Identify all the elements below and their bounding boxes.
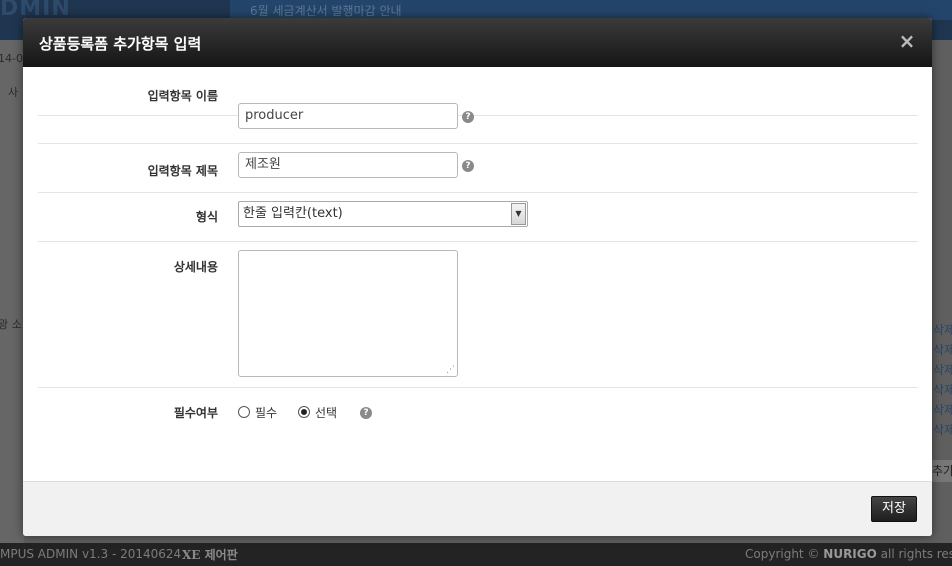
optional-radio[interactable] xyxy=(298,406,310,418)
required-radio[interactable] xyxy=(238,406,250,418)
footer-xe-link[interactable]: XE 제어판 xyxy=(182,546,238,563)
delete-link[interactable]: 삭제 xyxy=(933,320,952,340)
field-required-label: 필수여부 xyxy=(173,406,218,420)
resize-grip-icon[interactable]: ⋰ xyxy=(446,366,455,375)
add-button[interactable]: 추가 xyxy=(932,460,952,482)
footer-version: MPUS ADMIN v1.3 - 20140624 xyxy=(0,547,182,561)
copyright-text: Copyright © xyxy=(745,547,820,561)
modal-footer: 저장 xyxy=(23,481,932,536)
delete-link[interactable]: 삭제 xyxy=(933,380,952,400)
row-divider xyxy=(38,192,918,193)
footer-copyright: Copyright © NURIGO all rights reserv xyxy=(745,547,952,561)
row-divider xyxy=(38,143,918,144)
delete-link[interactable]: 삭제 xyxy=(933,360,952,380)
notice-link[interactable]: 6월 세금계산서 발행마감 안내 xyxy=(250,2,402,19)
admin-sidebar: 14-0 사 광 소 xyxy=(0,40,24,543)
field-type-label: 형식 xyxy=(195,210,218,224)
delete-link[interactable]: 삭제 xyxy=(933,420,952,440)
field-title-input[interactable]: 제조원 xyxy=(238,152,458,178)
optional-radio-label[interactable]: 선택 xyxy=(315,404,337,421)
delete-link-list: 삭제 삭제 삭제 삭제 삭제 삭제 xyxy=(933,320,952,440)
help-icon[interactable]: ? xyxy=(462,160,474,172)
chevron-down-icon[interactable]: ▼ xyxy=(511,203,526,225)
delete-link[interactable]: 삭제 xyxy=(933,340,952,360)
help-icon[interactable]: ? xyxy=(360,407,372,419)
save-button[interactable]: 저장 xyxy=(871,496,917,522)
extra-field-modal: 상품등록폼 추가항목 입력 × 입력항목 이름 producer ? 입력항목 … xyxy=(23,18,932,536)
delete-link[interactable]: 삭제 xyxy=(933,400,952,420)
field-type-select[interactable]: 한줄 입력칸(text) ▼ xyxy=(238,201,528,227)
row-divider xyxy=(38,241,918,242)
brand-name: NURIGO xyxy=(823,547,877,561)
field-description-label: 상세내용 xyxy=(173,260,218,274)
field-name-row: 입력항목 이름 producer ? xyxy=(38,67,918,129)
field-type-selected: 한줄 입력칸(text) xyxy=(243,206,343,221)
row-divider xyxy=(38,387,918,388)
sidebar-item[interactable]: 광 소 xyxy=(0,316,22,332)
modal-title: 상품등록폼 추가항목 입력 xyxy=(39,35,202,53)
rights-text: all rights reserv xyxy=(880,547,952,561)
field-description-textarea[interactable]: ⋰ xyxy=(238,250,458,377)
sidebar-item[interactable]: 사 xyxy=(8,84,18,100)
field-title-label: 입력항목 제목 xyxy=(147,164,218,178)
sidebar-date-text: 14-0 xyxy=(0,52,23,65)
close-icon[interactable]: × xyxy=(896,30,918,52)
required-radio-label[interactable]: 필수 xyxy=(255,404,277,421)
help-icon[interactable]: ? xyxy=(462,111,474,123)
admin-footer: MPUS ADMIN v1.3 - 20140624 XE 제어판 Copyri… xyxy=(0,543,952,566)
modal-header: 상품등록폼 추가항목 입력 × xyxy=(23,18,932,67)
extra-field-form: 입력항목 이름 producer ? xyxy=(38,67,918,129)
field-name-input[interactable]: producer xyxy=(238,103,458,129)
field-name-label: 입력항목 이름 xyxy=(147,89,218,103)
